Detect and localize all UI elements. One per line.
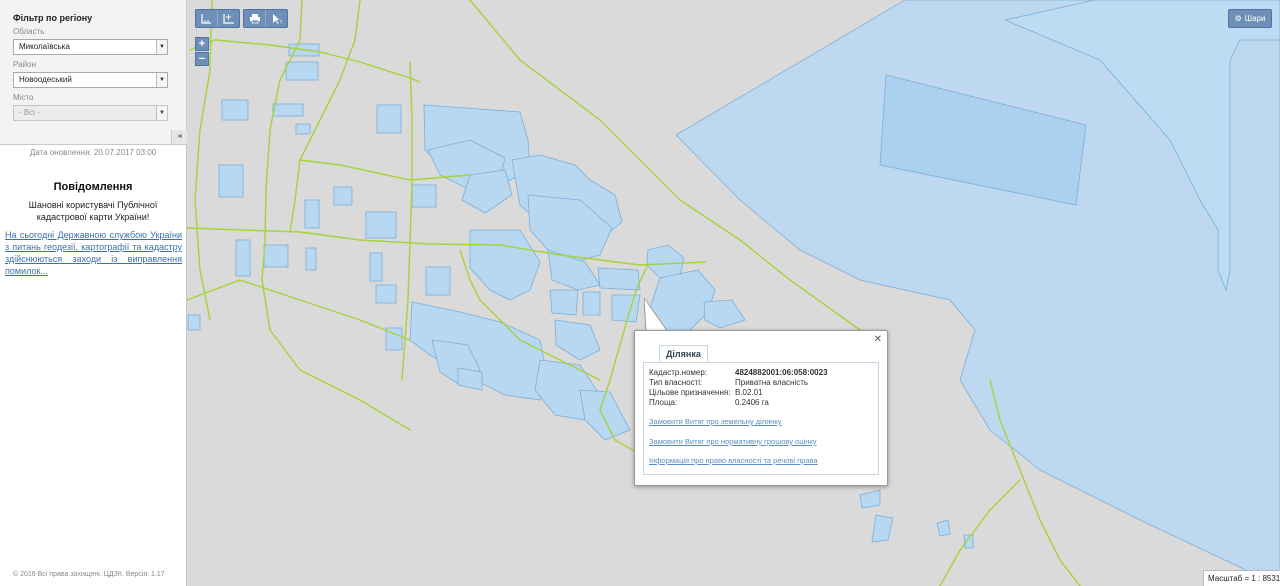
- parcel: [304, 199, 320, 229]
- layers-button-label: Шари: [1244, 14, 1266, 23]
- parcel: [611, 294, 641, 323]
- parcel: [469, 229, 541, 301]
- region-label: Область: [13, 27, 45, 36]
- map-toolbar: ?: [195, 9, 288, 28]
- copyright: © 2016 Всі права захищені. ЦДЗК. Версія:…: [13, 571, 165, 578]
- region-filter-panel: Фільтр по регіону Область Миколаївська ▼…: [0, 0, 187, 145]
- parcel: [554, 319, 601, 361]
- svg-text:?: ?: [279, 20, 282, 25]
- parcel: [579, 389, 631, 441]
- parcel: [963, 534, 974, 549]
- parcel: [597, 267, 641, 291]
- chevron-down-icon[interactable]: ▼: [156, 73, 167, 87]
- parcel: [461, 169, 513, 214]
- chevron-down-icon[interactable]: ▼: [156, 40, 167, 54]
- district-label: Район: [13, 60, 36, 69]
- city-select[interactable]: - Всі - ▼: [13, 105, 168, 121]
- zoom-in-button[interactable]: +: [195, 37, 209, 51]
- parcel: [218, 164, 244, 198]
- purpose-code: B.02.01: [735, 388, 763, 397]
- chevron-left-icon[interactable]: ◄: [171, 130, 187, 144]
- zoom-control: + −: [195, 37, 209, 67]
- parcel: [646, 244, 685, 279]
- parcel: [263, 244, 289, 268]
- parcel: [333, 186, 353, 206]
- parcel: [235, 239, 251, 277]
- parcel-popup: ✕ Ділянка Кадастр.номер: 4824882001:06:0…: [634, 330, 888, 486]
- tab-parcel[interactable]: Ділянка: [659, 345, 708, 362]
- region-select-value: Миколаївська: [19, 42, 70, 51]
- parcel: [457, 367, 483, 391]
- region-select[interactable]: Миколаївська ▼: [13, 39, 168, 55]
- message-title: Повідомлення: [53, 181, 133, 193]
- popup-pointer: [644, 298, 669, 333]
- ownership-type: Приватна власність: [735, 378, 809, 387]
- parcel: [369, 252, 383, 282]
- measure-distance-icon[interactable]: [196, 10, 218, 27]
- road: [939, 479, 1021, 586]
- parcel: [375, 284, 397, 304]
- parcel: [365, 211, 397, 239]
- parcel-area: 0.2406 га: [735, 398, 769, 407]
- map-layer[interactable]: [187, 0, 1280, 586]
- measure-tools: [195, 9, 240, 28]
- print-icon[interactable]: [244, 10, 266, 27]
- sidebar: Фільтр по регіону Область Миколаївська ▼…: [0, 0, 187, 586]
- parcel: [411, 184, 437, 208]
- map-canvas[interactable]: [187, 0, 1280, 586]
- parcel: [936, 519, 951, 537]
- info-key: Кадастр.номер:: [649, 368, 708, 377]
- zoom-out-button[interactable]: −: [195, 52, 209, 66]
- ownership-info-link[interactable]: Інформація про право власності та речові…: [649, 456, 818, 465]
- parcel: [305, 247, 317, 271]
- close-icon[interactable]: ✕: [874, 334, 882, 345]
- parcel: [425, 266, 451, 296]
- popup-body: Кадастр.номер: 4824882001:06:058:0023 Ти…: [643, 362, 879, 475]
- parcel: [549, 289, 579, 316]
- parcel: [295, 123, 311, 135]
- road: [299, 369, 411, 431]
- parcel: [187, 314, 201, 331]
- city-label: Місто: [13, 93, 34, 102]
- filter-title: Фільтр по регіону: [13, 13, 93, 23]
- identify-icon[interactable]: ?: [266, 10, 287, 27]
- district-select[interactable]: Новоодеський ▼: [13, 72, 168, 88]
- message-link[interactable]: На сьогодні Державною службою України з …: [5, 229, 182, 277]
- parcel: [703, 299, 746, 329]
- measure-area-icon[interactable]: [218, 10, 239, 27]
- parcel: [272, 103, 304, 117]
- order-valuation-extract-link[interactable]: Замовити Витяг про нормативну грошову оц…: [649, 437, 816, 446]
- message-body: Шановні користувачі Публічної кадастрово…: [28, 200, 158, 222]
- parcel: [285, 61, 319, 81]
- city-select-value: - Всі -: [19, 108, 40, 117]
- scale-indicator: Масштаб = 1 : 8531: [1203, 570, 1280, 586]
- info-key: Тип власності:: [649, 378, 703, 387]
- parcel: [871, 514, 894, 543]
- district-select-value: Новоодеський: [19, 75, 72, 84]
- order-land-extract-link[interactable]: Замовити Витяг про земельну ділянку: [649, 417, 782, 426]
- chevron-down-icon: ▼: [156, 106, 167, 120]
- info-key: Площа:: [649, 398, 678, 407]
- layers-button[interactable]: ⚙ Шари: [1228, 9, 1272, 28]
- update-date: Дата оновлення: 20.07.2017 03:00: [29, 148, 157, 157]
- cadastral-number: 4824882001:06:058:0023: [735, 368, 828, 377]
- parcel: [376, 104, 402, 134]
- parcel: [221, 99, 249, 121]
- parcel: [859, 489, 881, 509]
- parcel: [582, 291, 601, 316]
- gear-icon: ⚙: [1234, 14, 1242, 23]
- info-key: Цільове призначення:: [649, 388, 731, 397]
- water-areas: [675, 0, 1280, 586]
- info-tools: ?: [243, 9, 288, 28]
